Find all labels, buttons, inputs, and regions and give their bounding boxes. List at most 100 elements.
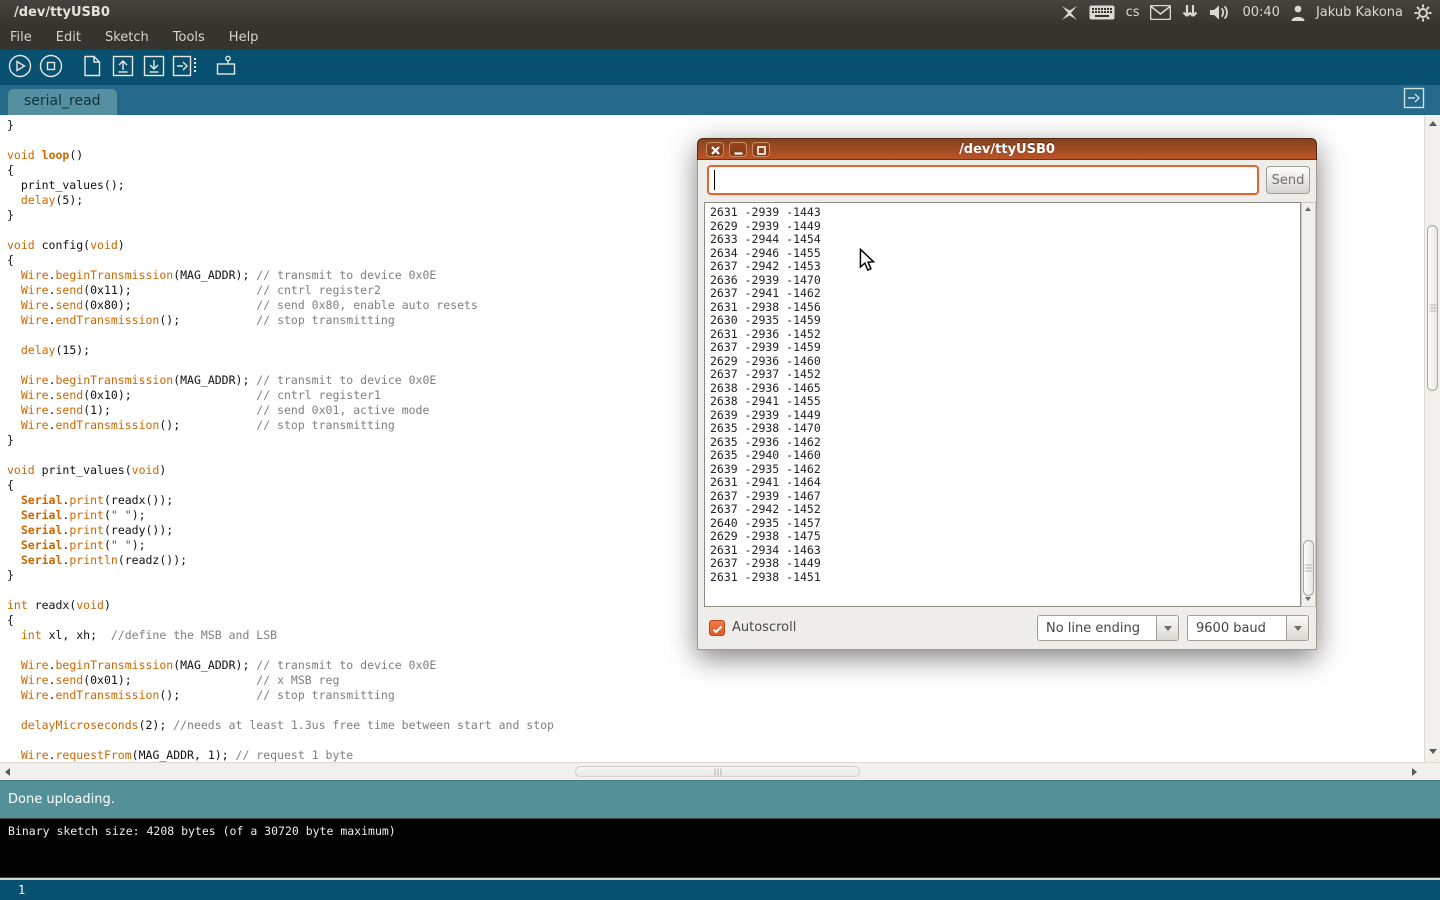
menu-help[interactable]: Help	[229, 30, 259, 45]
serial-monitor-title: /dev/ttyUSB0	[698, 142, 1316, 157]
serial-data-row: 2639 -2939 -1449	[710, 409, 1300, 423]
menu-tools[interactable]: Tools	[173, 30, 205, 45]
serial-output-list[interactable]: 2631 -2939 -14432629 -2939 -14492633 -29…	[704, 202, 1301, 607]
new-sketch-button[interactable]	[79, 55, 105, 81]
keyboard-layout-label[interactable]: cs	[1126, 5, 1140, 20]
serial-monitor-titlebar[interactable]: /dev/ttyUSB0	[697, 138, 1317, 160]
save-sketch-button[interactable]	[141, 55, 167, 81]
serial-monitor-controls: Autoscroll No line ending 9600 baud	[698, 613, 1318, 650]
scroll-down-arrow-icon[interactable]	[1305, 597, 1311, 601]
serial-data-row: 2637 -2942 -1452	[710, 503, 1300, 517]
session-gear-icon[interactable]	[1414, 4, 1432, 22]
serial-data-row: 2638 -2936 -1465	[710, 382, 1300, 396]
serial-data-row: 2631 -2939 -1443	[710, 206, 1300, 220]
line-ending-select[interactable]: No line ending	[1037, 615, 1156, 641]
line-ending-dropdown-button[interactable]	[1156, 615, 1179, 641]
open-sketch-button[interactable]	[110, 55, 136, 81]
upload-right-arrow-icon	[172, 55, 198, 81]
serial-data-row: 2637 -2941 -1462	[710, 287, 1300, 301]
window-minimize-button[interactable]	[729, 142, 747, 157]
user-name[interactable]: Jakub Kakona	[1316, 5, 1403, 20]
serial-data-row: 2637 -2939 -1467	[710, 490, 1300, 504]
mail-icon[interactable]	[1150, 5, 1171, 20]
indicator-x-icon[interactable]	[1061, 5, 1078, 21]
code-line: Wire.requestFrom(MAG_ADDR, 1); // reques…	[7, 748, 1424, 762]
serial-data-row: 2634 -2946 -1455	[710, 247, 1300, 261]
scroll-left-arrow-icon[interactable]	[5, 768, 10, 776]
serial-monitor-button[interactable]	[213, 55, 239, 81]
serial-data-row: 2638 -2941 -1455	[710, 395, 1300, 409]
text-caret	[714, 170, 715, 190]
menu-edit[interactable]: Edit	[56, 30, 81, 45]
serial-data-row: 2635 -2940 -1460	[710, 449, 1300, 463]
scroll-right-arrow-icon[interactable]	[1412, 768, 1417, 776]
verify-button[interactable]	[7, 55, 33, 81]
mouse-cursor-icon	[858, 248, 876, 277]
editor-scrollbar-thumb[interactable]	[1427, 225, 1438, 391]
send-button[interactable]: Send	[1266, 166, 1310, 194]
baud-rate-select[interactable]: 9600 baud	[1187, 615, 1286, 641]
serial-data-row: 2637 -2937 -1452	[710, 368, 1300, 382]
serial-list-scrollbar[interactable]	[1301, 202, 1316, 607]
serial-data-row: 2631 -2938 -1451	[710, 571, 1300, 585]
code-line: Wire.send(0x01); // x MSB reg	[7, 673, 1424, 688]
editor-hscrollbar-thumb[interactable]	[575, 766, 860, 777]
code-line: Wire.endTransmission(); // stop transmit…	[7, 688, 1424, 703]
upload-button[interactable]	[172, 55, 198, 81]
ide-toolbar	[0, 50, 1440, 85]
serial-send-input[interactable]	[707, 165, 1259, 195]
serial-data-row: 2637 -2942 -1453	[710, 260, 1300, 274]
window-maximize-button[interactable]	[752, 142, 770, 157]
serial-data-row: 2629 -2939 -1449	[710, 220, 1300, 234]
volume-icon[interactable]	[1209, 4, 1231, 21]
keyboard-icon[interactable]	[1089, 5, 1115, 20]
serial-data-row: 2631 -2934 -1463	[710, 544, 1300, 558]
scroll-up-arrow-icon[interactable]	[1305, 207, 1311, 211]
minimize-icon	[734, 140, 743, 159]
serial-data-row: 2631 -2941 -1464	[710, 476, 1300, 490]
stop-button[interactable]	[38, 55, 64, 81]
menu-file[interactable]: File	[10, 30, 32, 45]
play-icon	[8, 54, 32, 82]
code-line	[7, 703, 1424, 718]
tab-menu-arrow-icon	[1403, 87, 1425, 113]
serial-data-row: 2635 -2938 -1470	[710, 422, 1300, 436]
serial-data-row: 2635 -2936 -1462	[710, 436, 1300, 450]
window-close-button[interactable]	[706, 142, 724, 157]
code-line	[7, 733, 1424, 748]
console-output: Binary sketch size: 4208 bytes (of a 307…	[0, 818, 1440, 878]
console-text: Binary sketch size: 4208 bytes (of a 307…	[8, 824, 396, 838]
baud-rate-dropdown-button[interactable]	[1286, 615, 1309, 641]
user-icon[interactable]	[1291, 5, 1305, 21]
status-message: Done uploading.	[8, 792, 115, 807]
line-number-strip: 1	[0, 878, 1440, 900]
editor-horizontal-scrollbar[interactable]	[0, 762, 1440, 780]
open-up-arrow-icon	[112, 55, 134, 81]
serial-data-row: 2639 -2935 -1462	[710, 463, 1300, 477]
menu-sketch[interactable]: Sketch	[105, 30, 149, 45]
serial-data-row: 2633 -2944 -1454	[710, 233, 1300, 247]
autoscroll-checkbox[interactable]	[709, 620, 725, 636]
code-line: Wire.beginTransmission(MAG_ADDR); // tra…	[7, 658, 1424, 673]
serial-data-row: 2630 -2935 -1459	[710, 314, 1300, 328]
editor-vertical-scrollbar[interactable]	[1424, 115, 1440, 762]
status-bar: Done uploading.	[0, 780, 1440, 818]
sync-arrows-icon[interactable]	[1182, 4, 1198, 21]
serial-data-row: 2637 -2938 -1449	[710, 557, 1300, 571]
scroll-down-arrow-icon[interactable]	[1429, 749, 1437, 754]
chevron-down-icon	[1164, 626, 1172, 631]
system-tray: cs 00:40 Jakub Kakona	[1061, 0, 1440, 25]
checkmark-icon	[712, 619, 723, 638]
serial-monitor-body: Send 2631 -2939 -14432629 -2939 -1449263…	[697, 160, 1317, 650]
serial-data-row: 2640 -2935 -1457	[710, 517, 1300, 531]
clock[interactable]: 00:40	[1242, 5, 1279, 20]
new-document-icon	[81, 55, 103, 81]
serial-scrollbar-thumb[interactable]	[1303, 540, 1314, 596]
serial-data-row: 2631 -2936 -1452	[710, 328, 1300, 342]
tab-serial-read[interactable]: serial_read	[8, 89, 117, 115]
code-line: }	[7, 118, 1424, 133]
serial-data-row: 2629 -2936 -1460	[710, 355, 1300, 369]
maximize-icon	[757, 140, 766, 159]
scroll-up-arrow-icon[interactable]	[1429, 121, 1437, 126]
tab-menu-button[interactable]	[1402, 88, 1426, 112]
